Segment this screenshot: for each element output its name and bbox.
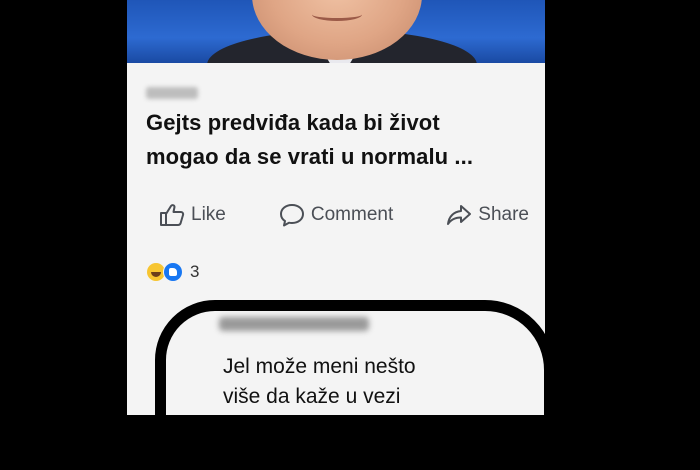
- post-headline[interactable]: Gejts predviđa kada bi život mogao da se…: [146, 106, 536, 174]
- like-label: Like: [191, 204, 226, 225]
- post-image[interactable]: [127, 0, 545, 63]
- like-button[interactable]: Like: [159, 203, 226, 227]
- speech-bubble-icon: [279, 204, 304, 227]
- reactions-summary[interactable]: 3: [147, 260, 199, 284]
- comment-line-1: Jel može meni nešto: [223, 355, 416, 378]
- like-reaction-icon: [163, 262, 183, 282]
- link-source-blurred: [146, 87, 198, 99]
- reaction-count: 3: [190, 262, 200, 281]
- photo-smile: [312, 8, 362, 21]
- post-card: Gejts predviđa kada bi život mogao da se…: [127, 0, 545, 415]
- comment-button[interactable]: Comment: [279, 203, 393, 227]
- comment-text: Jel može meni nešto više da kaže u vezi: [223, 352, 523, 412]
- action-bar: Like Comment Share: [159, 198, 529, 232]
- comment-line-2: više da kaže u vezi: [223, 385, 401, 408]
- comment-label: Comment: [310, 204, 394, 225]
- headline-line-2: mogao da se vrati u normalu ...: [146, 144, 474, 169]
- comment-author-blurred[interactable]: [219, 317, 369, 331]
- headline-line-1: Gejts predviđa kada bi život: [146, 110, 440, 135]
- thumbs-up-icon: [160, 204, 185, 226]
- share-button[interactable]: Share: [446, 203, 529, 227]
- share-arrow-icon: [447, 205, 472, 225]
- share-label: Share: [478, 204, 529, 225]
